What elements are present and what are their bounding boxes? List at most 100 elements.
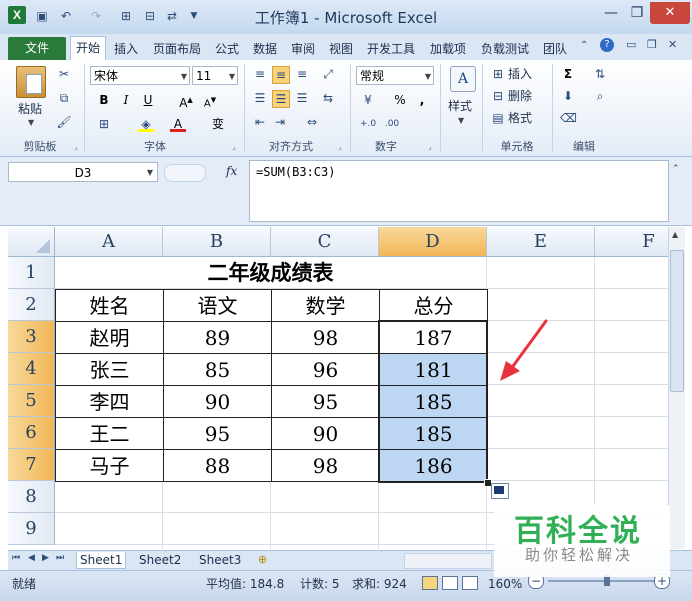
copy-icon[interactable]: ⧉ bbox=[56, 90, 72, 106]
workbook-close-icon[interactable]: ✕ bbox=[668, 38, 677, 51]
quick-access-icon[interactable]: ⊞ bbox=[118, 8, 134, 24]
tab-view[interactable]: 视图 bbox=[324, 40, 358, 58]
merge-center-icon[interactable]: ⇔ bbox=[304, 114, 320, 130]
auto-fill-options-icon[interactable] bbox=[491, 483, 509, 499]
font-name-select[interactable]: 宋体 ▼ bbox=[90, 66, 190, 85]
italic-button[interactable]: I bbox=[118, 92, 134, 108]
dialog-launcher-icon[interactable]: ⌟ bbox=[74, 142, 78, 151]
page-break-view-icon[interactable] bbox=[462, 576, 478, 590]
sheet-tab-sheet3[interactable]: Sheet3 bbox=[196, 552, 244, 568]
bold-button[interactable]: B bbox=[96, 92, 112, 108]
dialog-launcher-icon[interactable]: ⌟ bbox=[232, 142, 236, 151]
column-header[interactable]: F bbox=[595, 227, 668, 257]
table-cell[interactable]: 王二 bbox=[55, 417, 164, 450]
dialog-launcher-icon[interactable]: ⌟ bbox=[428, 142, 432, 151]
styles-icon[interactable]: A bbox=[450, 66, 476, 92]
phonetic-icon[interactable]: 变 bbox=[210, 116, 226, 132]
increase-indent-icon[interactable]: ⇥ bbox=[272, 114, 288, 130]
table-cell[interactable]: 85 bbox=[163, 353, 272, 386]
tab-review[interactable]: 审阅 bbox=[286, 40, 320, 58]
row-header[interactable]: 9 bbox=[8, 513, 55, 545]
next-sheet-icon[interactable]: ▶ bbox=[42, 553, 49, 563]
excel-app-icon[interactable]: X bbox=[8, 6, 26, 24]
horizontal-scrollbar[interactable] bbox=[404, 553, 492, 569]
dialog-launcher-icon[interactable]: ⌟ bbox=[338, 142, 342, 151]
styles-dropdown-icon[interactable]: ▼ bbox=[458, 116, 464, 125]
table-cell[interactable]: 90 bbox=[271, 417, 380, 450]
row-header[interactable]: 2 bbox=[8, 289, 55, 321]
format-cells-button[interactable]: 格式 bbox=[508, 110, 532, 126]
tab-load-test[interactable]: 负载测试 bbox=[476, 40, 534, 58]
format-cells-icon[interactable]: ▤ bbox=[490, 110, 506, 126]
find-select-icon[interactable]: ⌕ bbox=[592, 88, 608, 104]
insert-cells-icon[interactable]: ⊞ bbox=[490, 66, 506, 82]
column-header[interactable]: E bbox=[487, 227, 595, 257]
paste-dropdown-icon[interactable]: ▼ bbox=[28, 118, 34, 127]
table-cell[interactable]: 95 bbox=[271, 385, 380, 418]
comma-button[interactable]: , bbox=[414, 92, 430, 108]
fill-icon[interactable]: ⬇ bbox=[560, 88, 576, 104]
align-center-icon[interactable]: ☰ bbox=[272, 90, 290, 108]
insert-function-icon[interactable]: fx bbox=[226, 164, 237, 178]
tab-developer[interactable]: 开发工具 bbox=[362, 40, 420, 58]
table-cell[interactable]: 李四 bbox=[55, 385, 164, 418]
autosum-button[interactable]: Σ bbox=[560, 66, 576, 82]
customize-quick-access-icon[interactable]: ▼ bbox=[186, 8, 202, 24]
decrease-decimal-icon[interactable]: .00 bbox=[384, 116, 400, 132]
restore-button[interactable]: ❐ bbox=[624, 3, 650, 23]
table-cell[interactable]: 马子 bbox=[55, 449, 164, 482]
header-cell[interactable]: 姓名 bbox=[55, 289, 164, 322]
fill-color-icon[interactable]: ◈ bbox=[138, 116, 154, 132]
scroll-up-icon[interactable]: ▲ bbox=[672, 230, 678, 239]
selected-cell[interactable]: 185 bbox=[379, 385, 488, 418]
undo-icon[interactable]: ↶ bbox=[58, 8, 74, 24]
align-bottom-icon[interactable]: ≡ bbox=[294, 66, 310, 82]
table-cell[interactable]: 90 bbox=[163, 385, 272, 418]
percent-button[interactable]: % bbox=[392, 92, 408, 108]
formula-input[interactable]: =SUM(B3:C3) bbox=[249, 160, 669, 222]
header-cell[interactable]: 数学 bbox=[271, 289, 380, 322]
row-header[interactable]: 8 bbox=[8, 481, 55, 513]
table-cell[interactable]: 88 bbox=[163, 449, 272, 482]
align-top-icon[interactable]: ≡ bbox=[252, 66, 268, 82]
table-cell[interactable]: 96 bbox=[271, 353, 380, 386]
prev-sheet-icon[interactable]: ◀ bbox=[28, 553, 35, 563]
row-header[interactable]: 1 bbox=[8, 257, 55, 289]
styles-button[interactable]: 样式 bbox=[448, 98, 472, 114]
row-header-selected[interactable]: 3 bbox=[8, 321, 55, 353]
sheet-tab-sheet1[interactable]: Sheet1 bbox=[76, 552, 127, 569]
paste-button[interactable]: 粘贴 bbox=[18, 101, 42, 117]
table-cell[interactable]: 赵明 bbox=[55, 321, 164, 354]
decrease-indent-icon[interactable]: ⇤ bbox=[252, 114, 268, 130]
tab-file[interactable]: 文件 bbox=[8, 37, 66, 60]
row-header-selected[interactable]: 4 bbox=[8, 353, 55, 385]
expand-formula-bar-icon[interactable]: ⌃ bbox=[672, 164, 680, 174]
tab-team[interactable]: 团队 bbox=[538, 40, 572, 58]
column-header[interactable]: A bbox=[55, 227, 163, 257]
tab-insert[interactable]: 插入 bbox=[110, 40, 142, 58]
zoom-slider[interactable] bbox=[548, 580, 656, 582]
vertical-scroll-thumb[interactable] bbox=[670, 250, 684, 392]
delete-cells-icon[interactable]: ⊟ bbox=[490, 88, 506, 104]
font-color-icon[interactable]: A bbox=[170, 116, 186, 132]
underline-button[interactable]: U bbox=[140, 92, 156, 108]
tab-data[interactable]: 数据 bbox=[248, 40, 282, 58]
sort-filter-icon[interactable]: ⇅ bbox=[592, 66, 608, 82]
orientation-icon[interactable]: ⤢ bbox=[320, 66, 336, 82]
worksheet-grid[interactable]: A B C D E F 1 2 3 4 5 6 7 8 9 二年级成绩表 姓名 … bbox=[8, 227, 668, 549]
align-middle-icon[interactable]: ≡ bbox=[272, 66, 290, 84]
column-header[interactable]: C bbox=[271, 227, 379, 257]
name-box[interactable]: D3 ▼ bbox=[8, 162, 158, 182]
header-cell[interactable]: 总分 bbox=[379, 289, 488, 322]
minimize-button[interactable]: — bbox=[598, 3, 624, 23]
table-cell[interactable]: 95 bbox=[163, 417, 272, 450]
number-format-select[interactable]: 常规 ▼ bbox=[356, 66, 434, 85]
decrease-font-icon[interactable]: A▼ bbox=[202, 92, 218, 109]
selected-cell[interactable]: 186 bbox=[379, 449, 488, 482]
save-icon[interactable]: ▣ bbox=[34, 8, 50, 24]
active-cell[interactable]: 187 bbox=[379, 321, 488, 354]
currency-icon[interactable]: ¥ bbox=[360, 92, 376, 108]
row-header-selected[interactable]: 7 bbox=[8, 449, 55, 481]
increase-decimal-icon[interactable]: +.0 bbox=[360, 116, 376, 132]
close-button[interactable]: ✕ bbox=[650, 2, 690, 24]
